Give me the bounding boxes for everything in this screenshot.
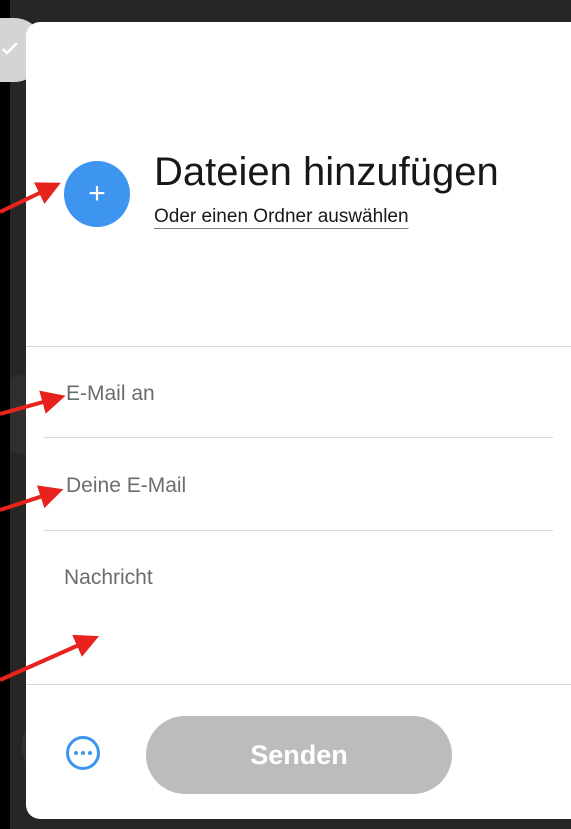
left-edge [0, 0, 10, 829]
section-divider [26, 346, 571, 347]
more-options-button[interactable] [66, 736, 100, 770]
footer-divider [26, 684, 571, 685]
transfer-panel [26, 22, 571, 819]
dot [81, 751, 85, 755]
your-email-field[interactable]: Deine E-Mail [66, 474, 186, 498]
add-files-button[interactable]: + [64, 161, 130, 227]
message-field[interactable]: Nachricht [64, 566, 153, 590]
select-folder-link[interactable]: Oder einen Ordner auswählen [154, 206, 409, 228]
add-files-title[interactable]: Dateien hinzufügen [154, 150, 499, 195]
field-divider [44, 530, 553, 531]
send-button[interactable]: Senden [146, 716, 452, 794]
plus-icon: + [88, 177, 106, 210]
field-divider [44, 437, 553, 438]
check-icon [2, 42, 18, 55]
dot [88, 751, 92, 755]
dot [74, 751, 78, 755]
email-to-field[interactable]: E-Mail an [66, 382, 155, 406]
